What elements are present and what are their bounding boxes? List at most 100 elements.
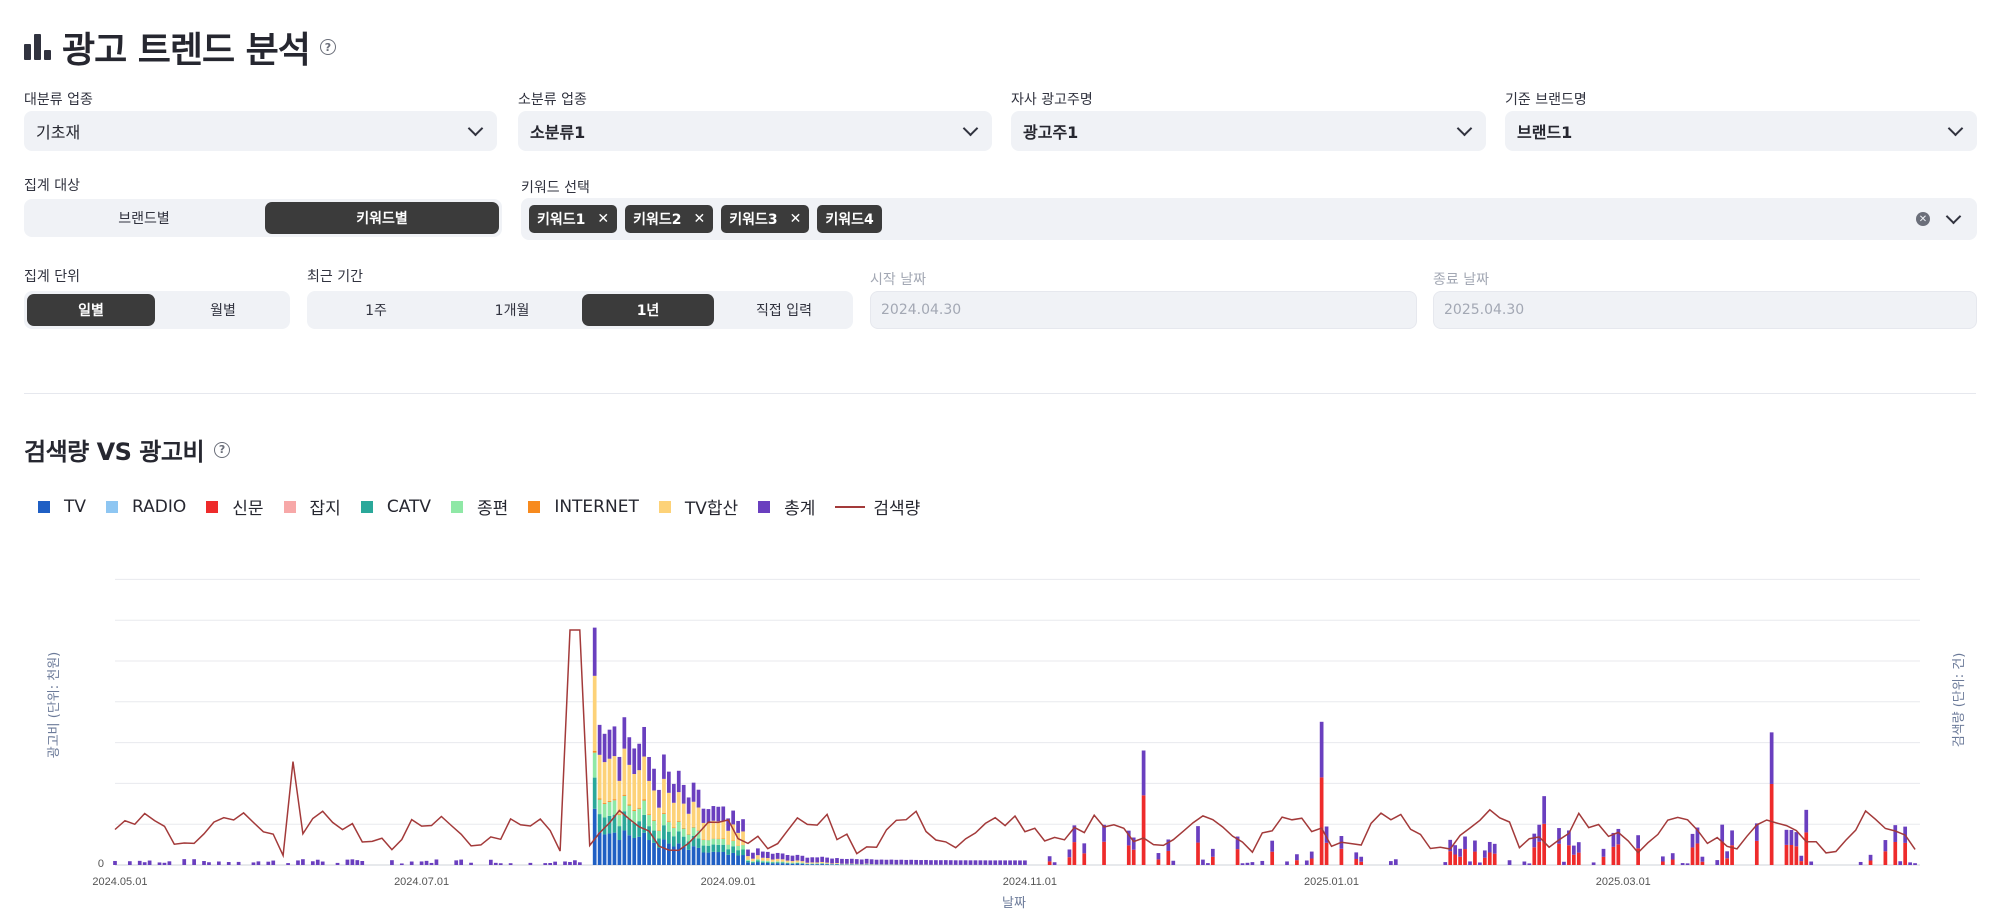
bar-segment [770, 862, 775, 864]
brand-select[interactable]: 브랜드1 [1505, 111, 1977, 151]
period-1month[interactable]: 1개월 [446, 294, 578, 326]
bar-segment [790, 861, 795, 863]
bar-segment [612, 832, 617, 865]
bar-segment [1131, 849, 1136, 865]
bar-segment [775, 861, 780, 863]
recent-period-toggle[interactable]: 1주 1개월 1년 직접 입력 [307, 291, 853, 329]
legend-item[interactable]: 종편 [451, 494, 508, 519]
bar-segment [1591, 862, 1596, 865]
bar-segment [1389, 861, 1393, 865]
period-custom[interactable]: 직접 입력 [718, 294, 850, 326]
bar-segment [721, 844, 726, 852]
bar-segment [775, 852, 780, 859]
remove-chip-icon[interactable]: ✕ [597, 211, 609, 227]
legend-swatch [758, 500, 771, 513]
question-circle-icon[interactable]: ? [319, 39, 336, 55]
keyword-multiselect[interactable]: 키워드1 ✕ 키워드2 ✕ 키워드3 ✕ 키워드4 ✕ [521, 198, 1977, 240]
end-date-input[interactable]: 2025.04.30 [1433, 291, 1977, 329]
bar-segment [1804, 809, 1809, 833]
toggle-daily[interactable]: 일별 [27, 294, 155, 326]
bar-segment [310, 861, 315, 865]
keyword-chip[interactable]: 키워드4 [817, 205, 882, 233]
start-date-label: 시작 날짜 [870, 272, 926, 288]
bar-segment [746, 859, 750, 861]
bar-segment [958, 860, 963, 865]
bar-segment [1492, 853, 1497, 865]
keyword-chip[interactable]: 키워드2 ✕ [625, 205, 714, 233]
aggregation-target-toggle[interactable]: 브랜드별 키워드별 [24, 199, 502, 237]
legend-item[interactable]: TV합산 [658, 494, 738, 519]
aggregation-unit-toggle[interactable]: 일별 월별 [24, 291, 290, 329]
chart-bars [113, 627, 1917, 865]
remove-chip-icon[interactable]: ✕ [790, 211, 802, 227]
bar-segment [1260, 860, 1265, 865]
question-circle-icon[interactable]: ? [214, 441, 231, 458]
legend-swatch [835, 505, 866, 508]
bar-segment [1690, 833, 1695, 848]
legend-item[interactable]: 총계 [758, 494, 815, 519]
toggle-monthly[interactable]: 월별 [159, 294, 287, 326]
legend-item[interactable]: RADIO [106, 497, 186, 517]
bar-segment [1487, 841, 1492, 853]
bar-segment [315, 859, 320, 865]
bar-segment [800, 861, 805, 863]
bar-segment [978, 860, 983, 865]
legend-item[interactable]: 신문 [206, 494, 264, 519]
bar-segment [652, 790, 656, 820]
legend-item[interactable]: 잡지 [283, 494, 341, 519]
bar-segment [667, 792, 671, 822]
legend-item[interactable]: INTERNET [528, 497, 639, 517]
bar-segment [266, 861, 271, 865]
bar-segment [1319, 777, 1324, 865]
start-date-input[interactable]: 2024.04.30 [870, 291, 1417, 329]
period-1week[interactable]: 1주 [310, 294, 442, 326]
bar-segment [350, 859, 355, 865]
bar-segment [1725, 851, 1729, 859]
advertiser-select[interactable]: 광고주1 [1011, 111, 1486, 151]
toggle-brand[interactable]: 브랜드별 [27, 202, 261, 234]
bar-segment [1295, 860, 1299, 865]
chevron-down-icon[interactable] [1945, 208, 1962, 225]
brand-label: 기준 브랜드명 [1505, 92, 1587, 108]
major-category-select[interactable]: 기초재 [24, 111, 497, 151]
bar-segment [622, 717, 627, 749]
bar-segment [1018, 860, 1022, 865]
bar-segment [612, 756, 617, 800]
keyword-chip[interactable]: 키워드3 ✕ [721, 205, 810, 233]
keyword-chip[interactable]: 키워드1 ✕ [529, 205, 618, 233]
recent-period-label: 최근 기간 [307, 269, 363, 285]
page-title: 광고 트렌드 분석 ? [24, 22, 336, 72]
bar-segment [1453, 854, 1458, 865]
bar-segment [671, 828, 676, 837]
legend-item[interactable]: 검색량 [835, 494, 920, 519]
bar-segment [662, 812, 666, 814]
legend-swatch [451, 500, 464, 513]
bar-segment [676, 831, 681, 844]
bar-segment [864, 863, 869, 865]
bar-segment [637, 743, 642, 771]
toggle-keyword[interactable]: 키워드별 [265, 202, 499, 234]
bar-segment [207, 862, 211, 865]
bar-segment [1670, 853, 1675, 860]
period-1year[interactable]: 1년 [582, 294, 714, 326]
bar-segment [1196, 842, 1200, 865]
major-category-value: 기초재 [36, 123, 81, 142]
remove-chip-icon[interactable]: ✕ [694, 211, 706, 227]
bar-segment [676, 821, 681, 832]
x-tick-label: 2024.11.01 [1003, 876, 1057, 888]
bar-segment [973, 860, 978, 865]
bar-segment [795, 863, 800, 865]
bar-segment [706, 809, 711, 824]
bar-segment [884, 859, 889, 865]
bar-segment [597, 799, 602, 815]
clear-all-icon[interactable]: ✕ [1916, 212, 1930, 226]
bar-segment [899, 859, 904, 865]
minor-category-select[interactable]: 소분류1 [518, 111, 992, 151]
bar-segment [637, 770, 642, 808]
legend-item[interactable]: TV [38, 497, 86, 517]
bar-segment [770, 863, 775, 865]
legend-item[interactable]: CATV [360, 497, 431, 517]
bar-segment [711, 820, 716, 839]
bar-segment [1720, 841, 1725, 865]
bar-segment [785, 862, 790, 864]
